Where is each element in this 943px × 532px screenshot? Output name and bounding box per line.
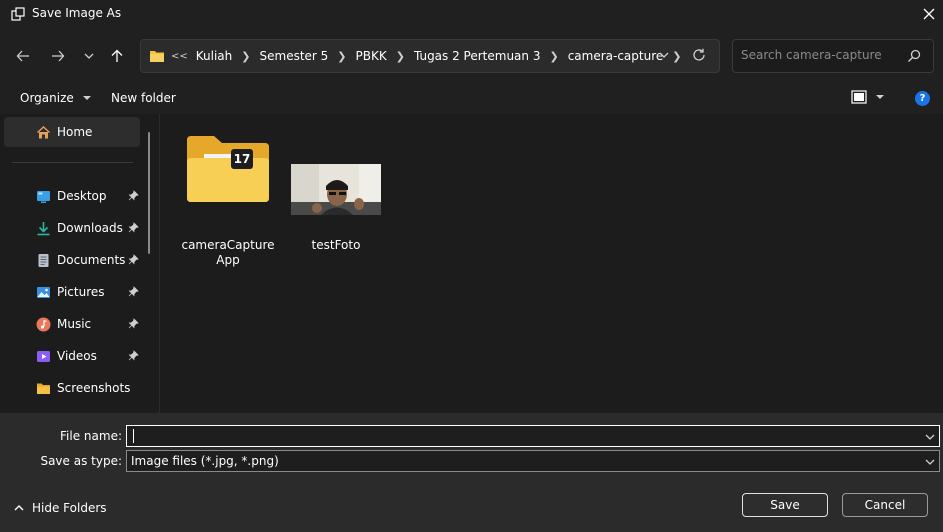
- breadcrumb-item[interactable]: Tugas 2 Pertemuan 3: [414, 49, 541, 63]
- sidebar-item-label: Home: [57, 125, 93, 139]
- sidebar-item-label: Music: [57, 317, 92, 331]
- save-dialog-icon: [11, 7, 25, 21]
- sidebar-item-pictures[interactable]: Pictures: [4, 277, 140, 307]
- organize-label: Organize: [20, 91, 74, 105]
- sidebar-item-label: Videos: [57, 349, 97, 363]
- chevron-up-icon: [14, 505, 24, 511]
- sidebar-divider: [12, 162, 133, 163]
- search-box[interactable]: [732, 39, 934, 73]
- close-icon: [923, 8, 935, 20]
- folder-icon: [37, 383, 50, 394]
- document-icon: [38, 254, 49, 267]
- sidebar-item-documents[interactable]: Documents: [4, 245, 140, 275]
- folder-icon: [150, 51, 164, 62]
- sidebar-item-downloads[interactable]: Downloads: [4, 213, 140, 243]
- breadcrumb-item[interactable]: camera-capture: [568, 49, 664, 63]
- back-button[interactable]: [11, 42, 35, 70]
- new-folder-button[interactable]: New folder: [111, 91, 176, 105]
- breadcrumb: << Kuliah ❯ Semester 5 ❯ PBKK ❯ Tugas 2 …: [171, 49, 690, 63]
- breadcrumb-item[interactable]: Kuliah: [196, 49, 233, 63]
- file-name: cameraCaptureApp: [181, 238, 275, 267]
- text-cursor: [133, 429, 134, 443]
- hide-folders-label: Hide Folders: [32, 501, 107, 515]
- window-title: Save Image As: [32, 6, 122, 20]
- save-type-label: Save as type:: [40, 454, 122, 468]
- file-name-combobox[interactable]: [126, 425, 940, 447]
- breadcrumb-item[interactable]: Semester 5: [260, 49, 329, 63]
- sidebar-item-videos[interactable]: Videos: [4, 341, 140, 371]
- breadcrumb-separator-icon[interactable]: ❯: [396, 50, 405, 63]
- arrow-right-icon: [52, 50, 65, 62]
- sidebar-item-more[interactable]: [4, 405, 140, 413]
- music-icon: [36, 317, 51, 332]
- file-name-input[interactable]: [131, 428, 911, 444]
- sidebar-item-music[interactable]: Music: [4, 309, 140, 339]
- videos-icon: [37, 351, 50, 362]
- file-name: testFoto: [311, 238, 361, 252]
- sidebar-item-label: Pictures: [57, 285, 105, 299]
- pin-icon[interactable]: [128, 190, 139, 201]
- save-form: File name: Save as type: Image files (*.…: [0, 413, 943, 532]
- sidebar-scrollbar[interactable]: [148, 132, 150, 254]
- photo-thumbnail-icon: [291, 164, 381, 215]
- forward-button[interactable]: [46, 42, 70, 70]
- breadcrumb-separator-icon[interactable]: ❯: [337, 50, 346, 63]
- caret-down-icon: [82, 96, 91, 100]
- sidebar-item-label: Screenshots: [57, 381, 131, 395]
- save-button[interactable]: Save: [742, 493, 828, 517]
- organize-button[interactable]: Organize: [20, 91, 92, 105]
- breadcrumb-separator-icon[interactable]: ❯: [672, 50, 681, 63]
- chevron-down-icon: [925, 459, 935, 465]
- pin-icon[interactable]: [128, 350, 139, 361]
- sidebar-item-label: Downloads: [57, 221, 123, 235]
- navigation-bar: << Kuliah ❯ Semester 5 ❯ PBKK ❯ Tugas 2 …: [0, 36, 943, 76]
- sidebar-item-desktop[interactable]: Desktop: [4, 181, 140, 211]
- sidebar-item-screenshots[interactable]: Screenshots: [4, 373, 140, 403]
- breadcrumb-separator-icon[interactable]: ❯: [549, 50, 558, 63]
- breadcrumb-overflow[interactable]: <<: [171, 51, 188, 62]
- hide-folders-button[interactable]: Hide Folders: [14, 501, 107, 515]
- breadcrumb-separator-icon[interactable]: ❯: [241, 50, 250, 63]
- arrow-up-icon: [111, 49, 123, 62]
- pin-icon[interactable]: [128, 318, 139, 329]
- chevron-down-icon[interactable]: [924, 431, 936, 443]
- pin-icon[interactable]: [128, 286, 139, 297]
- home-icon: [37, 126, 50, 139]
- desktop-icon: [37, 191, 50, 203]
- up-button[interactable]: [105, 42, 129, 70]
- close-button[interactable]: [915, 0, 943, 28]
- folder-icon: [187, 136, 269, 202]
- arrow-left-icon: [16, 50, 29, 62]
- image-thumbnail: [291, 164, 381, 215]
- help-icon[interactable]: ?: [915, 91, 930, 106]
- file-name-label: File name:: [60, 429, 122, 443]
- sidebar-item-home[interactable]: Home: [4, 117, 140, 147]
- download-icon: [37, 222, 50, 236]
- pin-icon[interactable]: [128, 222, 139, 233]
- navigation-pane: Home Desktop Downloads Documents Picture…: [0, 114, 160, 413]
- chevron-down-icon: [84, 53, 94, 59]
- refresh-icon[interactable]: [692, 48, 706, 62]
- breadcrumb-item[interactable]: PBKK: [356, 49, 387, 63]
- sidebar-item-label: Desktop: [57, 189, 107, 203]
- recent-locations-button[interactable]: [77, 42, 101, 70]
- pictures-icon: [37, 287, 50, 298]
- command-bar: Organize New folder ?: [0, 84, 943, 114]
- save-type-select[interactable]: Image files (*.jpg, *.png): [126, 450, 940, 472]
- cancel-button[interactable]: Cancel: [842, 493, 928, 517]
- pin-icon[interactable]: [128, 254, 139, 265]
- save-type-value: Image files (*.jpg, *.png): [131, 454, 279, 468]
- change-view-button[interactable]: [851, 90, 885, 104]
- title-bar: Save Image As: [0, 0, 943, 28]
- search-input[interactable]: [741, 48, 901, 62]
- chevron-down-icon[interactable]: [658, 49, 670, 61]
- sidebar-item-label: Documents: [57, 253, 126, 267]
- file-list: 17 cameraCaptureApp testFoto: [160, 114, 943, 413]
- item-count-badge: 17: [231, 149, 253, 169]
- caret-down-icon: [876, 95, 884, 99]
- view-icon: [851, 90, 867, 104]
- search-icon[interactable]: [907, 49, 921, 63]
- address-bar[interactable]: << Kuliah ❯ Semester 5 ❯ PBKK ❯ Tugas 2 …: [140, 39, 720, 73]
